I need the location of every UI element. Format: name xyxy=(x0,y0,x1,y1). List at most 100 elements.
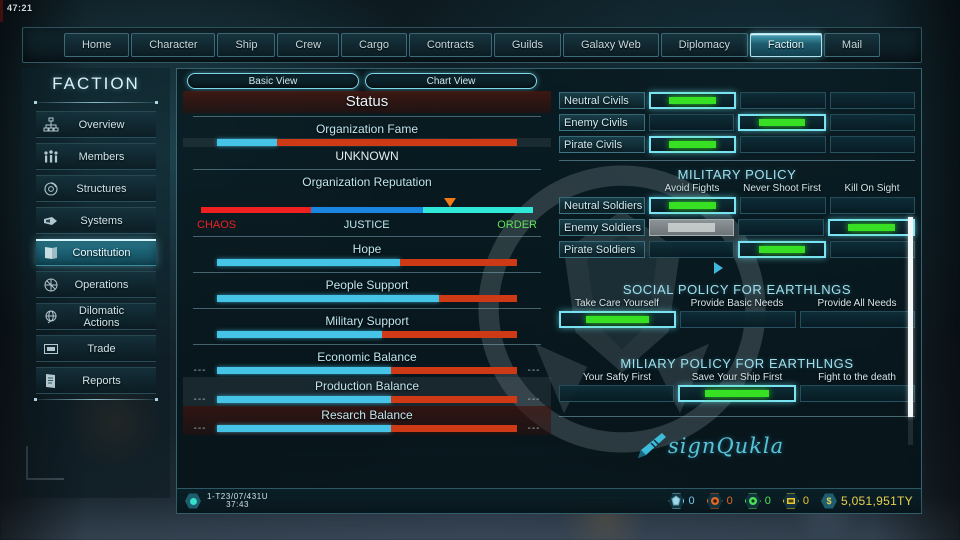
military-policy-2-option-1[interactable] xyxy=(738,241,826,258)
operations-icon xyxy=(39,277,63,293)
civils-1-option-0[interactable] xyxy=(649,114,735,131)
military-policy-2-option-0[interactable] xyxy=(649,241,735,258)
status-bar-line xyxy=(183,294,551,303)
status-bar-red-fill xyxy=(400,259,517,266)
nav-tab-contracts[interactable]: Contracts xyxy=(408,33,492,57)
status-bar-row: Economic Balance --- --- xyxy=(183,348,551,377)
cargo-icon xyxy=(782,493,799,509)
view-tab-basic-view[interactable]: Basic View xyxy=(187,73,359,89)
status-bar-track xyxy=(217,331,517,338)
civils-2-option-2[interactable] xyxy=(829,136,915,153)
military-policy-2-option-2[interactable] xyxy=(829,241,915,258)
nav-tab-mail[interactable]: Mail xyxy=(823,33,881,57)
reputation-axis-labels: CHAOS JUSTICE ORDER xyxy=(183,219,551,231)
nav-tab-guilds[interactable]: Guilds xyxy=(493,33,562,57)
civils-0-option-0[interactable] xyxy=(649,92,737,109)
social-policy-option-2[interactable] xyxy=(799,311,915,328)
panel-scrollbar-thumb[interactable] xyxy=(908,217,913,417)
military-policy-row: Enemy Soldiers xyxy=(559,218,915,237)
sidebar-title: FACTION xyxy=(52,74,140,93)
military-policy-1-cells xyxy=(649,219,915,236)
view-tab-chart-view[interactable]: Chart View xyxy=(365,73,537,89)
sidebar-item-label: Overview xyxy=(78,118,125,131)
resource-counter: 0 xyxy=(668,493,695,509)
status-bar-red-fill xyxy=(391,367,517,374)
nav-tab-home[interactable]: Home xyxy=(64,33,130,57)
status-bar-blue-fill xyxy=(217,259,400,266)
military-policy-0-option-0[interactable] xyxy=(649,197,737,214)
military-earthlings-option-labels: Your Safty First Save Your Ship First Figh… xyxy=(559,372,915,383)
nav-tab-crew[interactable]: Crew xyxy=(277,33,340,57)
military-policy-0-option-1[interactable] xyxy=(740,197,826,214)
military-earthlings-option-label: Save Your Ship First xyxy=(691,372,783,383)
status-bar-red-fill xyxy=(391,396,517,403)
military-policy-0-option-2[interactable] xyxy=(829,197,915,214)
status-bar-label: Production Balance xyxy=(314,379,420,393)
social-policy-option-0[interactable] xyxy=(559,311,677,328)
reputation-order-label: ORDER xyxy=(497,219,537,231)
sidebar-item-structures[interactable]: Structures xyxy=(36,175,156,202)
nav-tab-diplomacy[interactable]: Diplomacy xyxy=(660,33,748,57)
status-bar-line: --- --- xyxy=(183,423,551,434)
civils-policy-grid: Neutral Civils Enemy Civils Pirate Civils xyxy=(559,91,915,154)
reputation-slider[interactable] xyxy=(201,198,533,218)
hud-red-edge xyxy=(0,0,3,22)
military-policy-1-option-2[interactable] xyxy=(827,219,915,236)
civils-1-option-2[interactable] xyxy=(829,114,915,131)
status-bar-line: --- --- xyxy=(183,394,551,405)
status-bar-track xyxy=(217,396,517,403)
status-bar-line: --- --- xyxy=(183,365,551,376)
civils-0-option-1[interactable] xyxy=(740,92,826,109)
nav-tab-character[interactable]: Character xyxy=(131,33,216,57)
military-policy-1-option-0[interactable] xyxy=(649,219,735,236)
sidebar-divider-top xyxy=(34,101,158,104)
session-timer: 47:21 xyxy=(7,3,33,13)
military-earthlings-option-1[interactable] xyxy=(678,385,796,402)
panel-scrollbar[interactable] xyxy=(908,217,913,445)
bottom-status-bar: 1-T23/07/431U 37:43 0 0 0 0 $ 5,051,951TY xyxy=(176,488,922,514)
social-policy-option-labels: Take Care Yourself Provide Basic Needs Pro… xyxy=(559,298,915,309)
sidebar-item-overview[interactable]: Overview xyxy=(36,111,156,138)
organization-fame-value: UNKNOWN xyxy=(335,149,399,163)
social-policy-option-1[interactable] xyxy=(680,311,796,328)
reputation-bar xyxy=(201,207,533,213)
nav-tab-galaxy-web[interactable]: Galaxy Web xyxy=(563,33,659,57)
nav-tab-cargo[interactable]: Cargo xyxy=(341,33,407,57)
nav-tab-ship[interactable]: Ship xyxy=(217,33,276,57)
nav-tab-faction[interactable]: Faction xyxy=(749,33,822,57)
status-heading: Status xyxy=(183,91,551,113)
mouse-cursor-icon xyxy=(714,262,723,274)
status-divider xyxy=(193,308,541,309)
military-policy-0-cells xyxy=(649,197,915,214)
sidebar-item-operations[interactable]: Operations xyxy=(36,271,156,298)
sidebar-item-dilomatic-actions[interactable]: Dilomatic Actions xyxy=(36,303,156,330)
status-bar-right-dots: --- xyxy=(527,365,541,376)
sidebar-item-members[interactable]: Members xyxy=(36,143,156,170)
civils-1-option-1[interactable] xyxy=(738,114,826,131)
sidebar-item-trade[interactable]: Trade xyxy=(36,335,156,362)
sidebar-item-constitution[interactable]: Constitution xyxy=(36,239,156,266)
sidebar-item-systems[interactable]: Systems xyxy=(36,207,156,234)
status-bar-list: Hope People Support Military Support Econom… xyxy=(183,240,551,435)
org-chart-icon xyxy=(39,117,63,133)
military-earthlings-option-0[interactable] xyxy=(559,385,675,402)
social-policy-option-label: Provide Basic Needs xyxy=(690,298,784,309)
military-policy-column-header: Avoid Fights xyxy=(664,183,720,194)
sidebar-item-reports[interactable]: Reports xyxy=(36,367,156,394)
sidebar-item-label: Members xyxy=(78,150,125,163)
civils-2-option-1[interactable] xyxy=(740,136,826,153)
civils-2-option-0[interactable] xyxy=(649,136,737,153)
currency-hex-icon: $ xyxy=(820,493,837,509)
civils-0-option-2[interactable] xyxy=(829,92,915,109)
military-policy-1-option-1[interactable] xyxy=(738,219,824,236)
military-policy-title: MILITARY POLICY xyxy=(677,167,797,182)
status-bar-track xyxy=(217,367,517,374)
status-divider-1 xyxy=(193,116,541,117)
top-navigation-bar: Home Character Ship Crew Cargo Contracts Guild… xyxy=(22,27,922,63)
military-earthlings-option-2[interactable] xyxy=(799,385,915,402)
gear-resource-icon xyxy=(706,493,723,509)
organization-fame-row: Organization Fame UNKNOWN xyxy=(183,120,551,166)
resource-value: 0 xyxy=(726,495,733,507)
status-bar-left-dots: --- xyxy=(193,365,207,376)
game-time: 37:43 xyxy=(226,500,250,509)
